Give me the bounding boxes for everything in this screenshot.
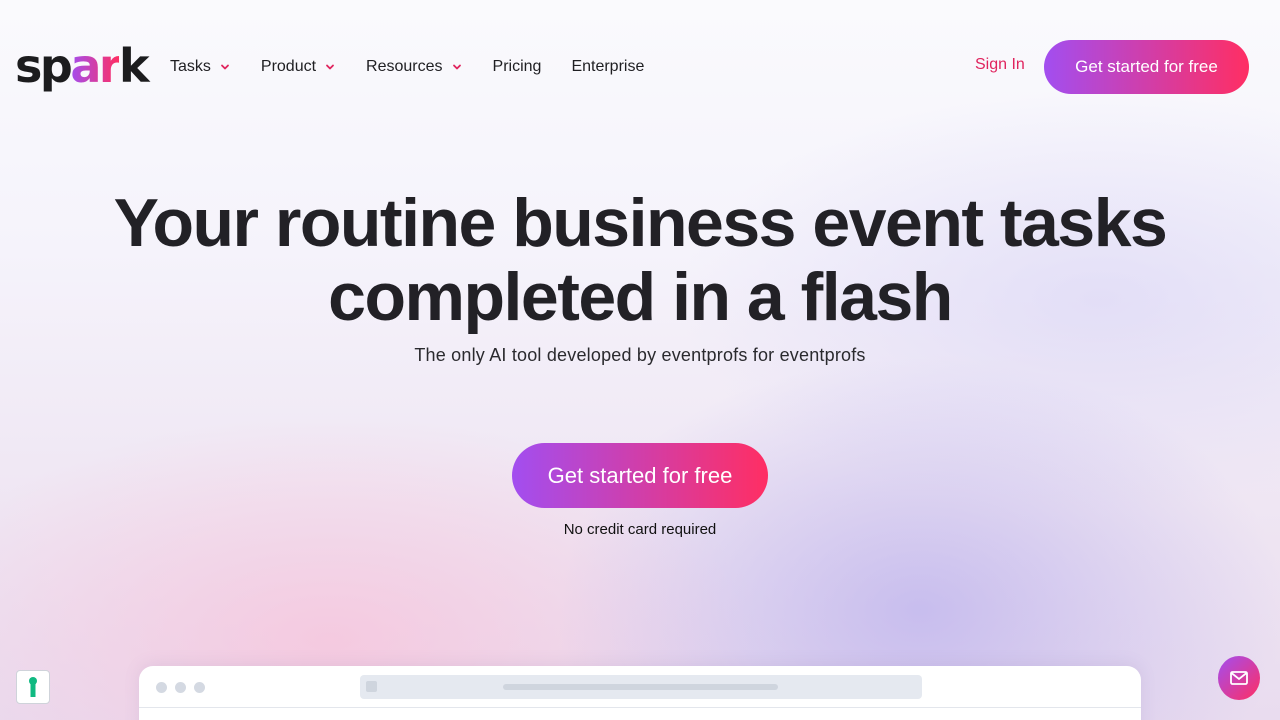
nav-item-label: Pricing xyxy=(492,58,542,75)
get-started-hero-button[interactable]: Get started for free xyxy=(512,443,768,508)
app-preview-window xyxy=(139,666,1141,720)
contact-chat-button[interactable] xyxy=(1218,656,1260,700)
mail-icon xyxy=(1230,671,1248,685)
hero-subtitle: The only AI tool developed by eventprofs… xyxy=(414,345,866,365)
nav-item-resources[interactable]: Resources xyxy=(366,58,462,76)
hero-title-line-1: Your routine business event tasks xyxy=(113,185,1168,261)
chevron-down-icon xyxy=(221,64,229,70)
logo-text-end: k xyxy=(119,39,150,93)
sign-in-link[interactable]: Sign In xyxy=(975,56,1025,74)
nav-item-product[interactable]: Product xyxy=(261,58,336,76)
chevron-down-icon xyxy=(452,64,461,70)
window-divider xyxy=(139,707,1141,708)
nav-item-label: Product xyxy=(260,58,317,75)
cookie-settings-button[interactable] xyxy=(16,670,50,704)
nav-item-label: Enterprise xyxy=(571,58,645,75)
url-bar xyxy=(360,675,922,699)
nav-item-tasks[interactable]: Tasks xyxy=(170,58,231,76)
window-dot xyxy=(194,682,205,693)
get-started-header-button[interactable]: Get started for free xyxy=(1044,40,1249,94)
main-nav: Tasks Product Resources Pricing Enterpri… xyxy=(170,56,674,78)
no-credit-card-note: No credit card required xyxy=(563,521,717,538)
hero-title-line-2: completed in a flash xyxy=(328,259,953,335)
spark-logo[interactable]: spark xyxy=(15,39,150,93)
chevron-down-icon xyxy=(326,64,334,70)
window-dot xyxy=(156,682,167,693)
url-bar-placeholder xyxy=(503,684,778,690)
url-bar-favicon xyxy=(366,681,377,692)
logo-text-start: sp xyxy=(15,39,73,93)
logo-text-accent: ar xyxy=(70,39,121,93)
nav-item-pricing[interactable]: Pricing xyxy=(493,58,542,76)
hero-title: Your routine business event tasks comple… xyxy=(0,186,1280,334)
nav-item-label: Resources xyxy=(366,58,443,75)
nav-item-label: Tasks xyxy=(170,58,211,75)
nav-item-enterprise[interactable]: Enterprise xyxy=(571,58,644,76)
site-header: spark Tasks Product Resources Pricing En… xyxy=(0,0,1280,134)
keyhole-icon xyxy=(29,677,37,697)
window-dot xyxy=(175,682,186,693)
